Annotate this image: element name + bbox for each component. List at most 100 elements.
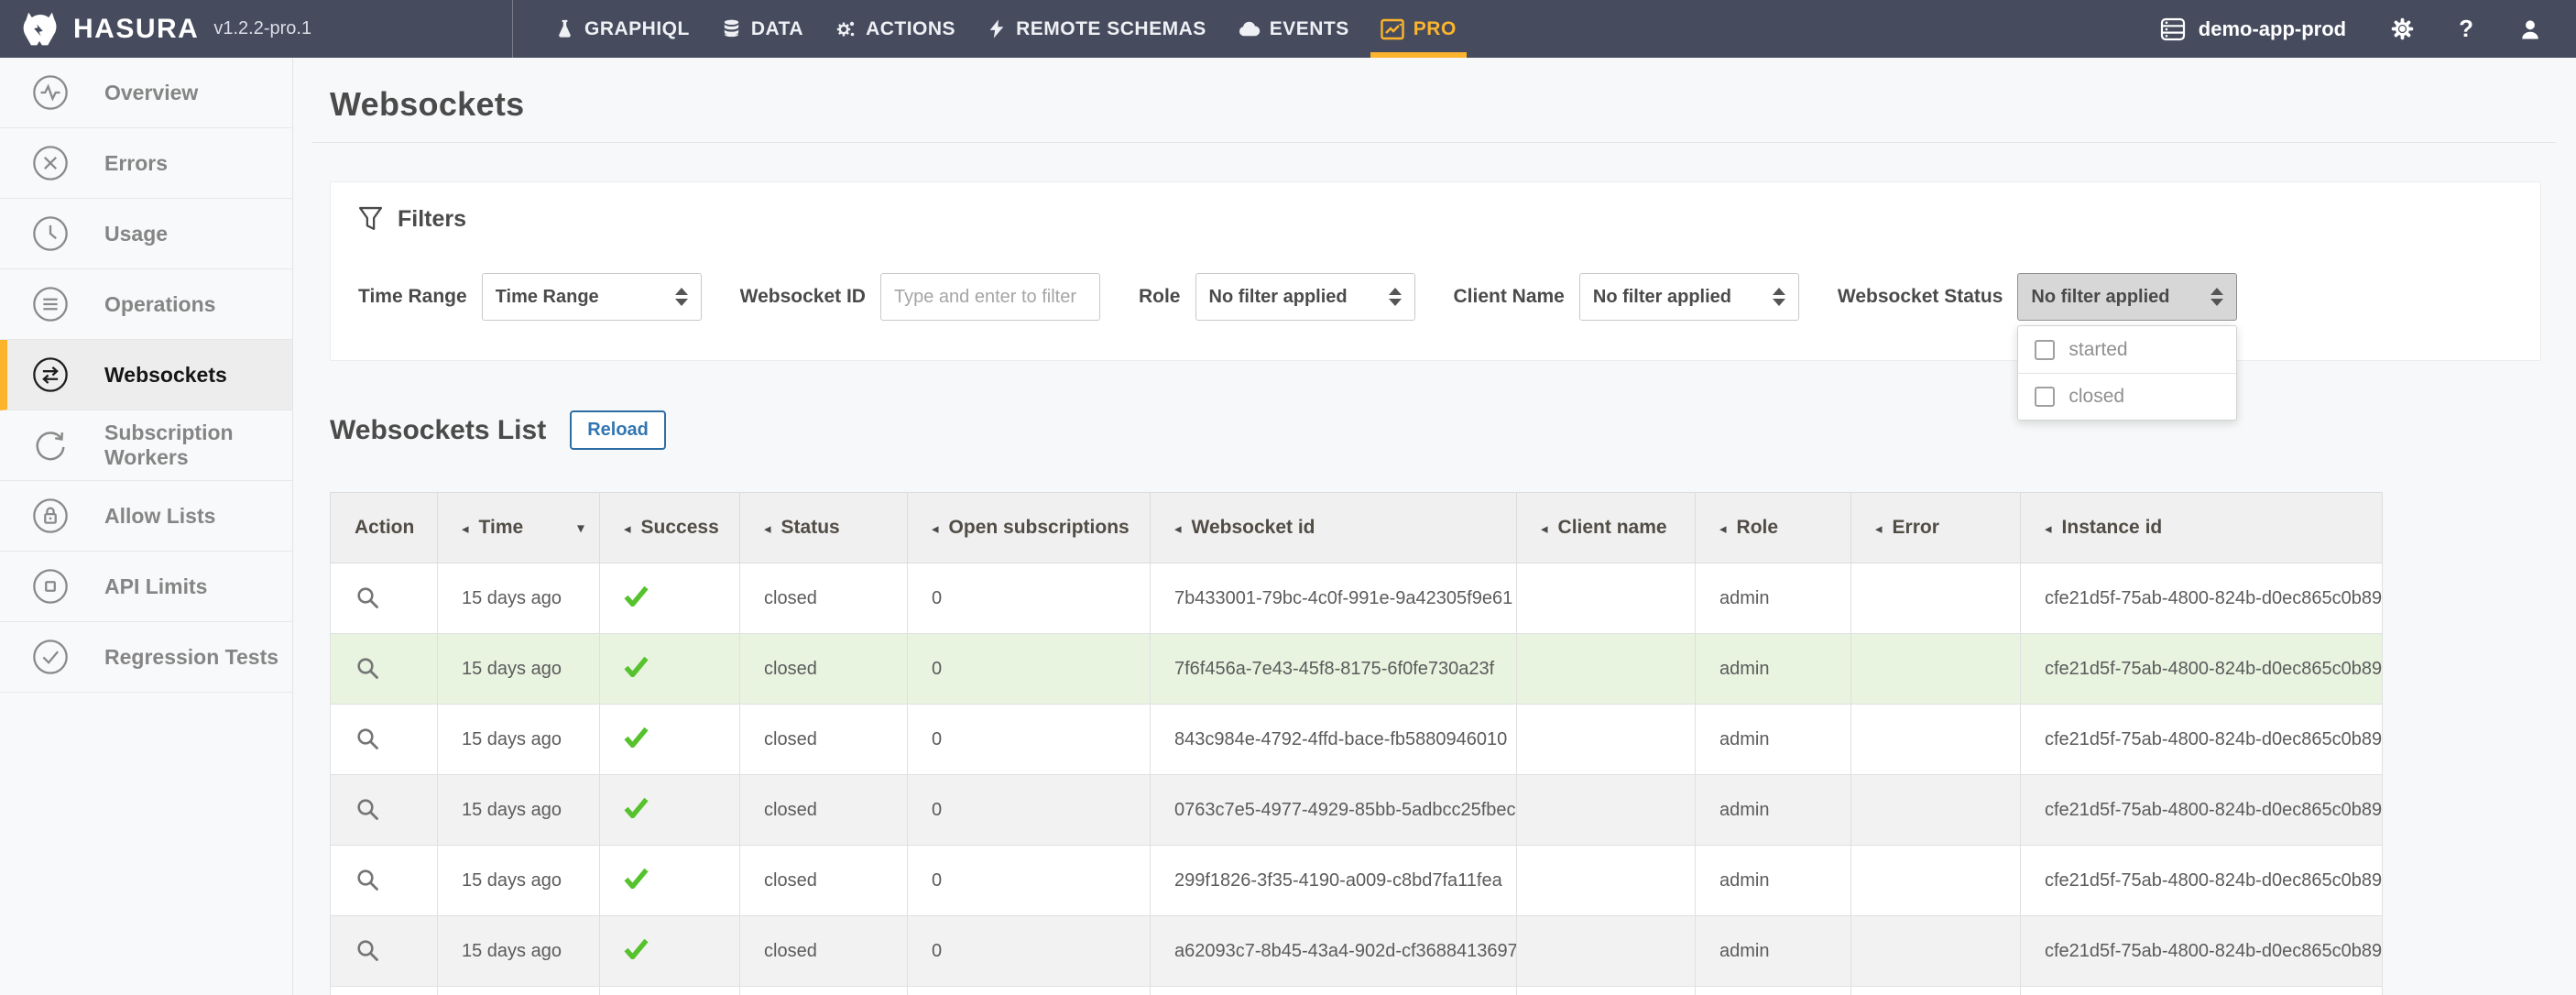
cell-error	[1851, 634, 2021, 705]
project-selector[interactable]: demo-app-prod	[2159, 16, 2346, 42]
column-header-time[interactable]: ◂Time▾	[438, 493, 600, 563]
sidebar-item-regression-tests[interactable]: Regression Tests	[0, 622, 292, 693]
magnifier-icon	[355, 867, 382, 894]
table-row: 15 days agoclosed0a62093c7-8b45-43a4-902…	[331, 916, 2383, 987]
help-icon: ?	[2459, 15, 2473, 43]
column-header-status[interactable]: ◂Status	[740, 493, 908, 563]
client-name-value: No filter applied	[1593, 287, 1765, 308]
filter-funnel-icon	[358, 206, 383, 233]
status-option-closed[interactable]: closed	[2018, 373, 2236, 420]
cell-status: closed	[740, 705, 908, 775]
lock-circle-icon	[31, 497, 70, 535]
sidebar-item-errors[interactable]: Errors	[0, 128, 292, 199]
pulse-icon	[31, 73, 70, 112]
column-header-open-subscriptions[interactable]: ◂Open subscriptions	[908, 493, 1151, 563]
table-body: 15 days agoclosed07b433001-79bc-4c0f-991…	[331, 563, 2383, 995]
nav-item-remote-schemas[interactable]: REMOTE SCHEMAS	[971, 0, 1222, 58]
cell-success	[600, 916, 740, 987]
column-header-websocket-id[interactable]: ◂Websocket id	[1151, 493, 1517, 563]
time-range-select[interactable]: Time Range	[482, 273, 702, 321]
expand-row-button[interactable]	[355, 655, 382, 683]
nav-label: DATA	[751, 18, 803, 40]
magnifier-icon	[355, 655, 382, 683]
role-label: Role	[1139, 286, 1181, 308]
cell-role	[1696, 987, 1851, 995]
cell-error	[1851, 916, 2021, 987]
account-button[interactable]	[2517, 16, 2543, 42]
filters-heading: Filters	[398, 206, 466, 233]
websocket-status-select[interactable]: No filter applied	[2017, 273, 2237, 321]
time-range-value: Time Range	[496, 287, 668, 308]
cell-error	[1851, 775, 2021, 846]
magnifier-icon	[355, 937, 382, 965]
sort-toggle-icon: ◂	[624, 520, 631, 537]
help-button[interactable]: ?	[2459, 15, 2473, 43]
websocket-id-input[interactable]	[880, 273, 1100, 321]
nav-item-events[interactable]: EVENTS	[1222, 0, 1365, 58]
checkbox-closed[interactable]	[2035, 387, 2055, 407]
sidebar-item-websockets[interactable]: Websockets	[0, 340, 292, 410]
sidebar-item-overview[interactable]: Overview	[0, 58, 292, 128]
sidebar-item-api-limits[interactable]: API Limits	[0, 552, 292, 622]
role-select[interactable]: No filter applied	[1195, 273, 1415, 321]
nav-item-graphiql[interactable]: GRAPHIQL	[539, 0, 705, 58]
nav-item-data[interactable]: DATA	[705, 0, 819, 58]
websocket-status-dropdown: started closed	[2017, 325, 2237, 421]
column-header-success[interactable]: ◂Success	[600, 493, 740, 563]
sidebar-label: Regression Tests	[104, 645, 278, 670]
expand-row-button[interactable]	[355, 937, 382, 965]
cell-error	[1851, 705, 2021, 775]
status-option-started[interactable]: started	[2018, 326, 2236, 373]
sidebar-label: Usage	[104, 222, 168, 246]
cell-status: closed	[740, 916, 908, 987]
column-header-instance-id[interactable]: ◂Instance id	[2021, 493, 2383, 563]
main-content: Websockets Filters Time Range Time Range	[293, 58, 2576, 995]
nav-item-pro[interactable]: PRO	[1365, 0, 1472, 58]
websocket-status-label: Websocket Status	[1838, 286, 2003, 308]
cell-success	[600, 987, 740, 995]
cell-success	[600, 634, 740, 705]
settings-button[interactable]	[2390, 16, 2415, 41]
sidebar-item-operations[interactable]: Operations	[0, 269, 292, 340]
column-header-error[interactable]: ◂Error	[1851, 493, 2021, 563]
column-label: Status	[781, 517, 840, 538]
expand-row-button[interactable]	[355, 726, 382, 753]
sidebar-label: Errors	[104, 151, 168, 176]
cell-success	[600, 846, 740, 916]
sidebar-item-subscription-workers[interactable]: Subscription Workers	[0, 410, 292, 481]
cell-status: closed	[740, 563, 908, 634]
success-check-icon	[624, 585, 649, 607]
websocket-status-value: No filter applied	[2031, 287, 2203, 308]
sort-toggle-icon: ◂	[2045, 520, 2052, 537]
check-circle-icon	[31, 638, 70, 676]
sidebar-label: Websockets	[104, 363, 227, 388]
column-label: Open subscriptions	[949, 517, 1130, 538]
cell-client-name	[1517, 846, 1696, 916]
cell-instance-id: cfe21d5f-75ab-4800-824b-d0ec865c0b89	[2021, 563, 2383, 634]
column-header-action: Action	[331, 493, 438, 563]
cell-time: 15 days ago	[438, 846, 600, 916]
client-name-select[interactable]: No filter applied	[1579, 273, 1799, 321]
cell-instance-id: cfe21d5f-75ab-4800-824b-d0ec865c0b89	[2021, 916, 2383, 987]
cell-action	[331, 563, 438, 634]
cell-success	[600, 705, 740, 775]
success-check-icon	[624, 938, 649, 959]
expand-row-button[interactable]	[355, 867, 382, 894]
cell-time: 15 days ago	[438, 634, 600, 705]
column-header-role[interactable]: ◂Role	[1696, 493, 1851, 563]
column-header-client-name[interactable]: ◂Client name	[1517, 493, 1696, 563]
select-caret-icon	[2210, 288, 2223, 306]
expand-row-button[interactable]	[355, 585, 382, 612]
nav-item-actions[interactable]: ACTIONS	[819, 0, 971, 58]
expand-row-button[interactable]	[355, 796, 382, 824]
column-label: Role	[1737, 517, 1779, 538]
cell-websocket-id	[1151, 987, 1517, 995]
sidebar-item-allow-lists[interactable]: Allow Lists	[0, 481, 292, 552]
cell-action	[331, 634, 438, 705]
sort-desc-icon: ▾	[577, 519, 584, 537]
success-check-icon	[624, 797, 649, 818]
gears-icon	[835, 18, 857, 40]
sidebar-item-usage[interactable]: Usage	[0, 199, 292, 269]
reload-button[interactable]: Reload	[570, 410, 666, 450]
checkbox-started[interactable]	[2035, 340, 2055, 360]
